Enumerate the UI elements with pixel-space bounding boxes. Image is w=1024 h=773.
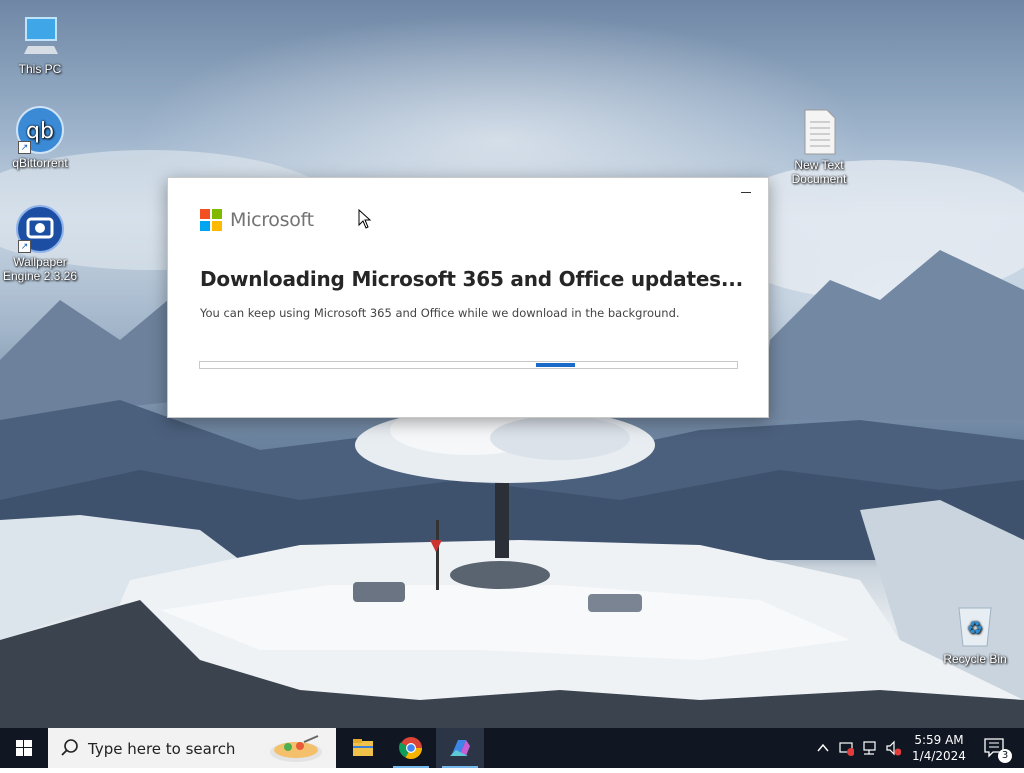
search-placeholder: Type here to search [88, 740, 236, 758]
windows-logo-icon [16, 740, 32, 756]
file-explorer-icon [353, 739, 373, 756]
desktop-icon-qbittorrent[interactable]: qb ↗ qBittorrent [0, 106, 80, 170]
microsoft-logo-icon [200, 209, 222, 231]
search-icon [61, 739, 78, 756]
action-center-button[interactable]: 3 [978, 728, 1024, 768]
text-document-icon [795, 108, 843, 156]
chevron-up-icon[interactable] [815, 740, 831, 756]
microsoft-logo: Microsoft [200, 209, 314, 231]
minimize-button[interactable] [738, 184, 754, 200]
recycle-bin-icon: ♻ [951, 602, 999, 650]
desktop-icon-new-text-document[interactable]: New Text Document [779, 108, 859, 186]
taskbar-copilot[interactable] [436, 728, 484, 768]
mouse-cursor-icon [358, 209, 372, 229]
taskbar-file-explorer[interactable] [339, 728, 387, 768]
desktop-icon-label: This PC [18, 62, 62, 76]
taskbar-chrome[interactable] [387, 728, 435, 768]
microsoft-wordmark: Microsoft [230, 209, 314, 231]
network-blocked-icon[interactable] [838, 740, 854, 756]
desktop-icon-label: Wallpaper Engine 2.3.26 [2, 255, 78, 283]
desktop-icon-wallpaper-engine[interactable]: ↗ Wallpaper Engine 2.3.26 [0, 205, 80, 283]
logo-square-green [212, 209, 222, 219]
desktop-icon-this-pc[interactable]: This PC [0, 12, 80, 76]
clock-time: 5:59 AM [914, 733, 964, 747]
dialog-subtitle: You can keep using Microsoft 365 and Off… [200, 306, 680, 320]
chrome-icon [399, 737, 422, 759]
download-progress-bar [199, 361, 738, 369]
volume-muted-icon[interactable] [885, 740, 901, 756]
desktop-icon-label: New Text Document [791, 158, 847, 186]
search-highlight-icon [270, 735, 322, 762]
qbittorrent-icon: qb ↗ [16, 106, 64, 154]
network-icon[interactable] [862, 740, 878, 756]
shortcut-arrow-icon: ↗ [18, 240, 31, 253]
taskbar-search-box[interactable]: Type here to search [48, 728, 336, 768]
desktop-icon-label: Recycle Bin [943, 652, 1007, 666]
dialog-title: Downloading Microsoft 365 and Office upd… [200, 267, 744, 291]
taskbar-clock[interactable]: 5:59 AM 1/4/2024 [910, 732, 968, 764]
progress-indicator [536, 363, 575, 367]
start-button[interactable] [0, 728, 48, 768]
svg-text:♻: ♻ [967, 618, 983, 639]
logo-square-red [200, 209, 210, 219]
this-pc-icon [16, 12, 64, 60]
logo-square-yellow [212, 221, 222, 231]
office-update-dialog: Microsoft Downloading Microsoft 365 and … [167, 177, 769, 418]
logo-square-blue [200, 221, 210, 231]
copilot-icon [450, 740, 470, 756]
taskbar: Type here to search 5:59 AM 1/4/2024 3 [0, 728, 1024, 768]
shortcut-arrow-icon: ↗ [18, 141, 31, 154]
desktop-icon-recycle-bin[interactable]: ♻ Recycle Bin [935, 602, 1015, 666]
notification-count-badge: 3 [998, 749, 1012, 763]
wallpaper-engine-icon: ↗ [16, 205, 64, 253]
clock-date: 1/4/2024 [912, 749, 966, 763]
desktop-icon-label: qBittorrent [12, 156, 68, 170]
